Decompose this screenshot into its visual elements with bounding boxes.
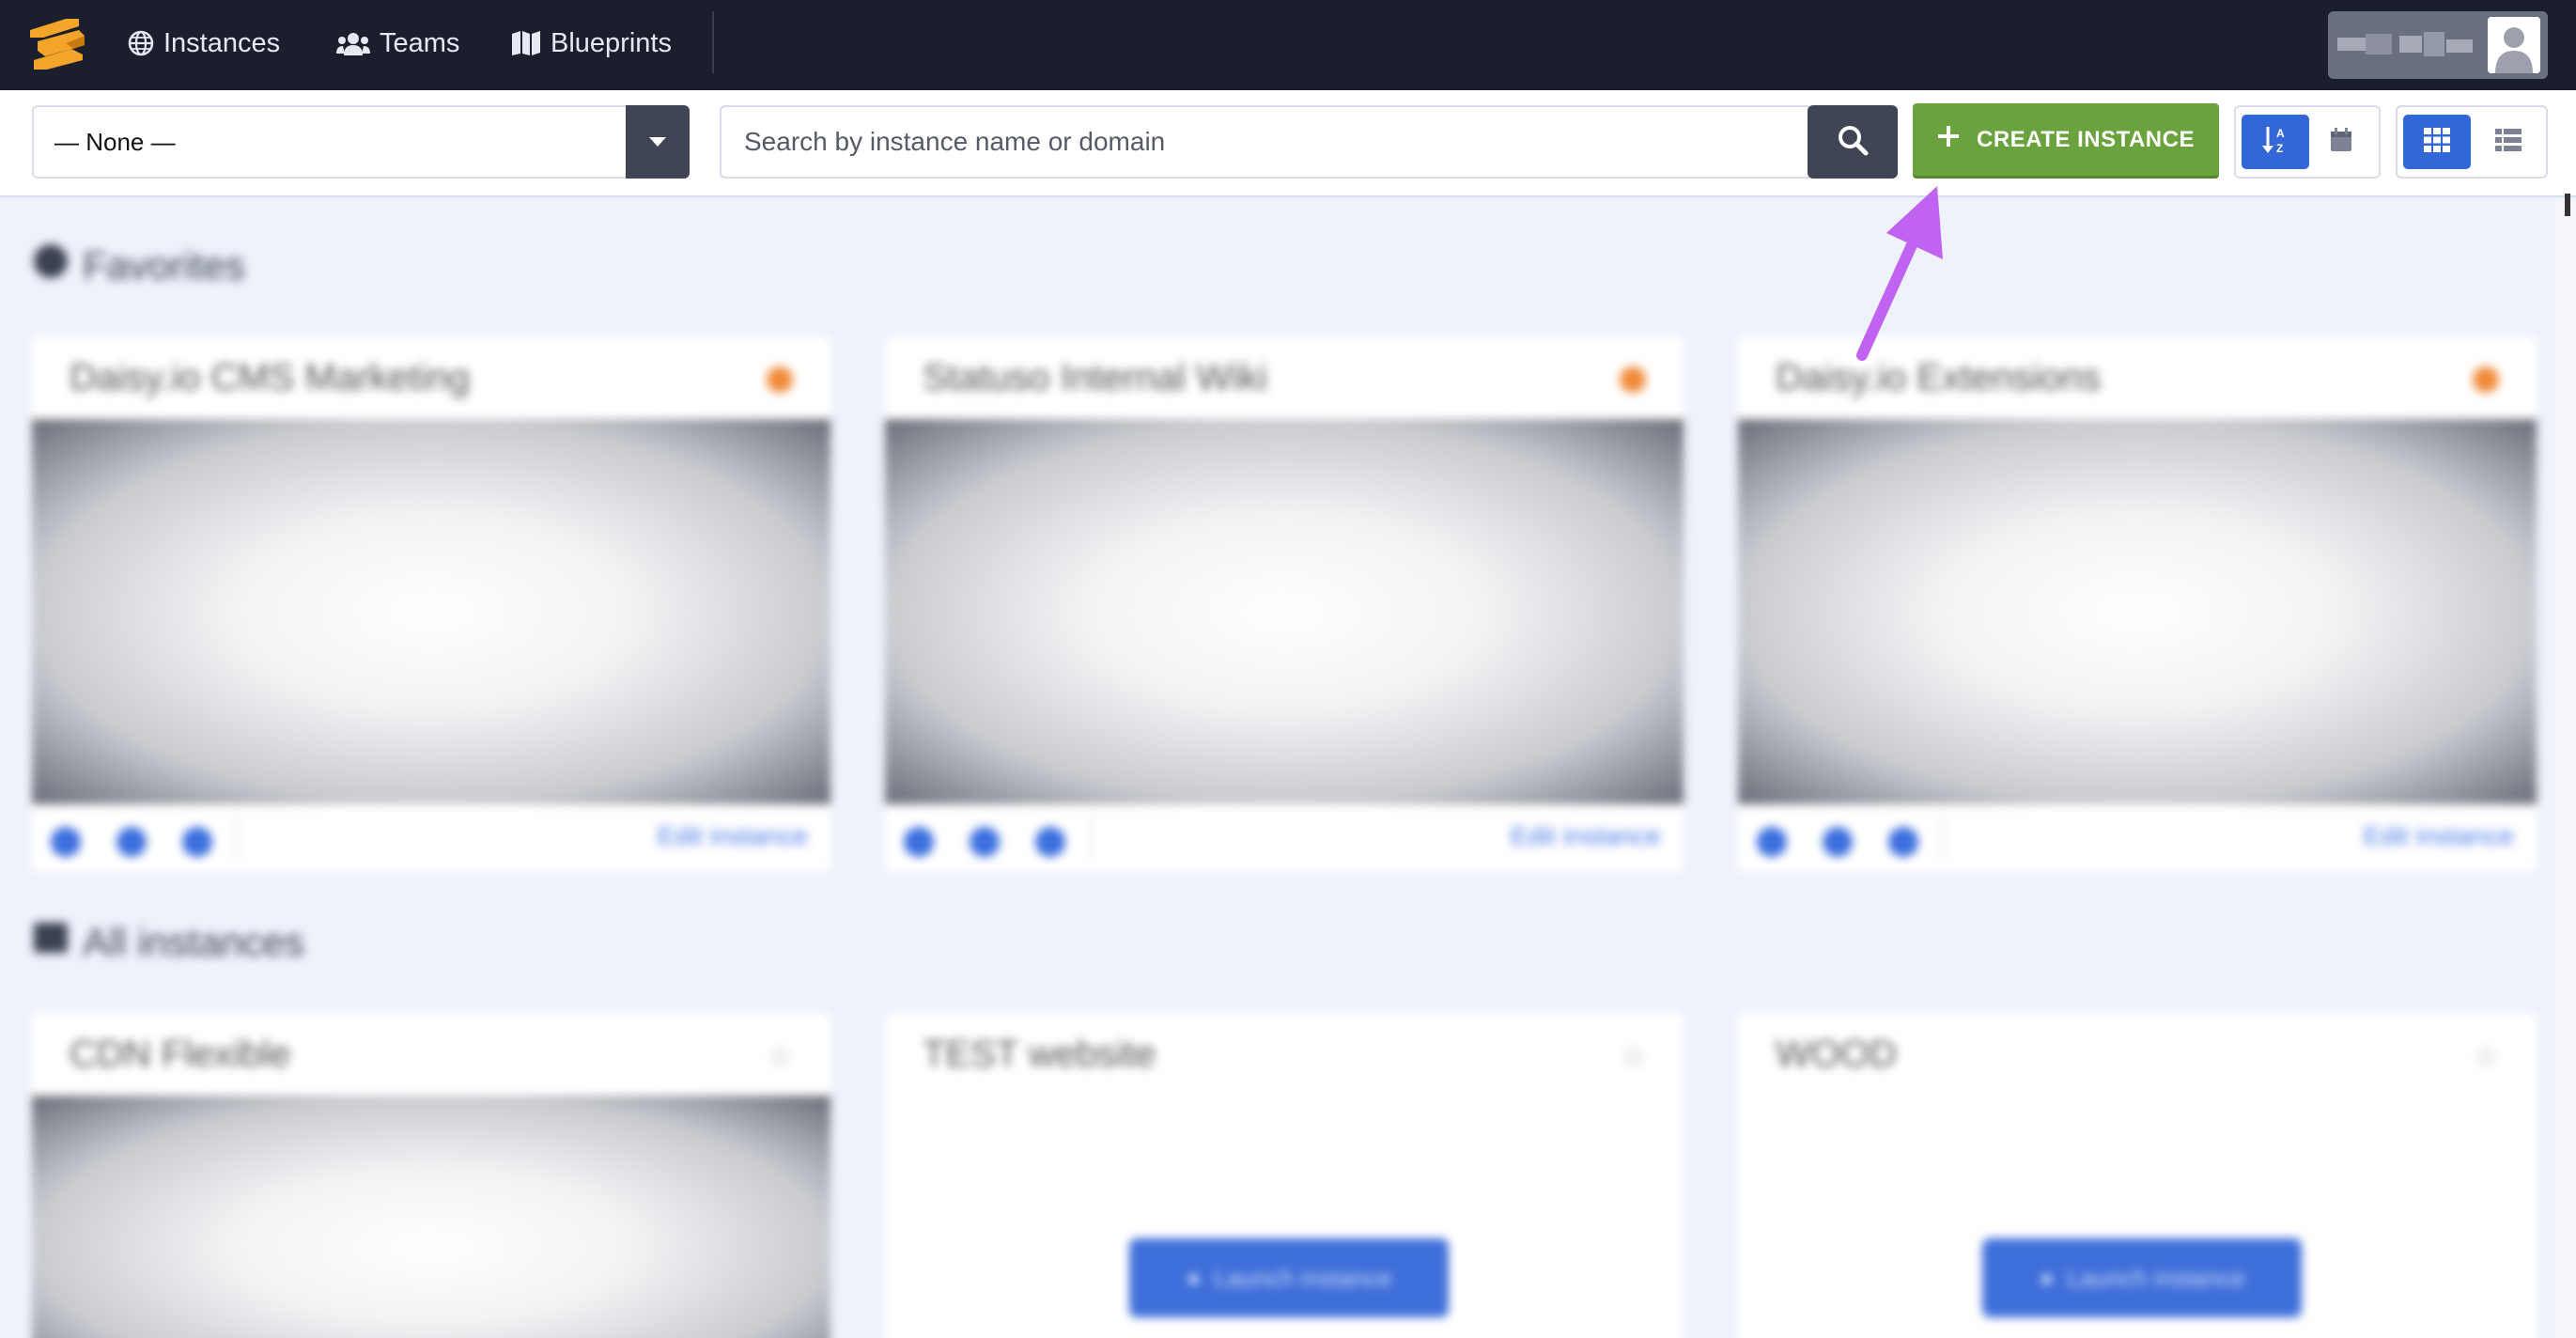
rocket-icon: ● [2039,1263,2055,1292]
action-icon[interactable] [182,827,212,857]
edit-instance-link[interactable]: Edit instance [658,821,808,851]
launch-instance-button[interactable]: ● Launch instance [1982,1238,2302,1317]
svg-text:Z: Z [2276,142,2283,155]
nav-blueprints-label: Blueprints [551,27,672,58]
launch-instance-button[interactable]: ● Launch instance [1129,1238,1449,1317]
create-instance-button[interactable]: CREATE INSTANCE [1913,103,2219,179]
arrow-annotation-icon [1856,186,1943,361]
instances-toolbar: — None — CREATE INSTANCE AZ [0,90,2576,197]
action-icon[interactable] [1035,827,1065,857]
all-instances-title: All instances [83,920,304,964]
favorite-card[interactable]: Daisy.io Extensions Edit instance [1738,336,2537,872]
create-instance-label: CREATE INSTANCE [1977,126,2195,152]
rocket-icon: ● [1186,1263,1202,1292]
scrollbar-thumb[interactable] [2565,194,2570,216]
calendar-icon [2329,127,2353,158]
all-instances-heading: All instances [32,919,304,966]
map-icon [511,30,541,56]
card-footer: Edit instance [32,804,830,872]
nav-blueprints[interactable]: Blueprints [511,0,672,86]
launch-label: Launch instance [2067,1263,2245,1292]
instance-card[interactable]: CDN Flexible ☆ [32,1013,830,1338]
team-select-value: — None — [54,127,176,156]
user-menu[interactable] [2328,11,2548,79]
search-input[interactable] [720,105,1809,179]
instances-content: Favorites Daisy.io CMS Marketing Edit in… [0,199,2555,1338]
instance-card[interactable]: WOOD ☆ ● Launch instance [1738,1013,2537,1338]
edit-instance-link[interactable]: Edit instance [2364,821,2514,851]
logo-icon[interactable] [28,17,88,71]
card-title: TEST website [923,1033,1156,1075]
instance-card[interactable]: TEST website ☆ ● Launch instance [885,1013,1684,1338]
favorite-toggle-icon[interactable]: ☆ [2474,1041,2499,1074]
users-icon [336,31,370,55]
plus-icon [1937,125,1960,154]
globe-icon [128,30,154,56]
instance-thumbnail[interactable] [32,419,830,804]
favorite-toggle-icon[interactable]: ☆ [1621,1041,1646,1074]
card-footer: Edit instance [1738,804,2537,872]
edit-instance-link[interactable]: Edit instance [1511,821,1661,851]
favorites-heading: Favorites [32,242,245,289]
favorite-star-icon[interactable] [767,366,793,393]
user-avatar-icon [2488,17,2540,73]
instance-thumbnail[interactable] [32,1096,830,1338]
card-title: Statuso Internal Wiki [923,356,1267,398]
action-icon[interactable] [1757,827,1787,857]
action-icon[interactable] [970,827,1000,857]
favorite-star-icon[interactable] [1620,366,1646,393]
card-footer: Edit instance [885,804,1684,872]
card-title: Daisy.io CMS Marketing [70,356,471,398]
search-button[interactable] [1808,105,1898,179]
launch-label: Launch instance [1214,1263,1392,1292]
svg-text:A: A [2276,127,2285,140]
list-view-icon [2495,128,2522,156]
sort-toggle-group: AZ [2234,105,2381,179]
nav-teams[interactable]: Teams [336,0,459,86]
action-icon[interactable] [1823,827,1853,857]
chevron-down-icon[interactable] [626,105,690,179]
card-title: WOOD [1776,1033,1897,1075]
sort-alpha-icon: AZ [2261,125,2289,160]
favorite-toggle-icon[interactable]: ☆ [768,1041,793,1074]
top-navbar: Instances Teams Blueprints [0,0,2576,90]
favorite-card[interactable]: Daisy.io CMS Marketing Edit instance [32,336,830,872]
action-icon[interactable] [1888,827,1918,857]
nav-teams-label: Teams [380,27,460,58]
favorite-card[interactable]: Statuso Internal Wiki Edit instance [885,336,1684,872]
star-icon [32,242,70,289]
list-view-button[interactable] [2475,115,2542,169]
sort-date-button[interactable] [2307,115,2375,169]
grid-view-icon [2424,127,2450,157]
view-toggle-group [2396,105,2548,179]
card-title: CDN Flexible [70,1033,291,1075]
nav-divider [712,11,714,73]
action-icon[interactable] [904,827,934,857]
sort-alpha-button[interactable]: AZ [2242,115,2309,169]
nav-instances[interactable]: Instances [128,0,280,86]
favorites-title: Favorites [83,243,245,288]
action-icon[interactable] [51,827,81,857]
team-select[interactable]: — None — [32,105,690,179]
instance-thumbnail[interactable] [885,419,1684,804]
action-icon[interactable] [116,827,147,857]
scrollbar[interactable] [2555,199,2576,1338]
grid-view-button[interactable] [2403,115,2471,169]
favorite-star-icon[interactable] [2473,366,2499,393]
grid-icon [32,919,70,966]
nav-instances-label: Instances [163,27,281,58]
instance-thumbnail[interactable] [1738,419,2537,804]
search-icon [1837,124,1869,161]
